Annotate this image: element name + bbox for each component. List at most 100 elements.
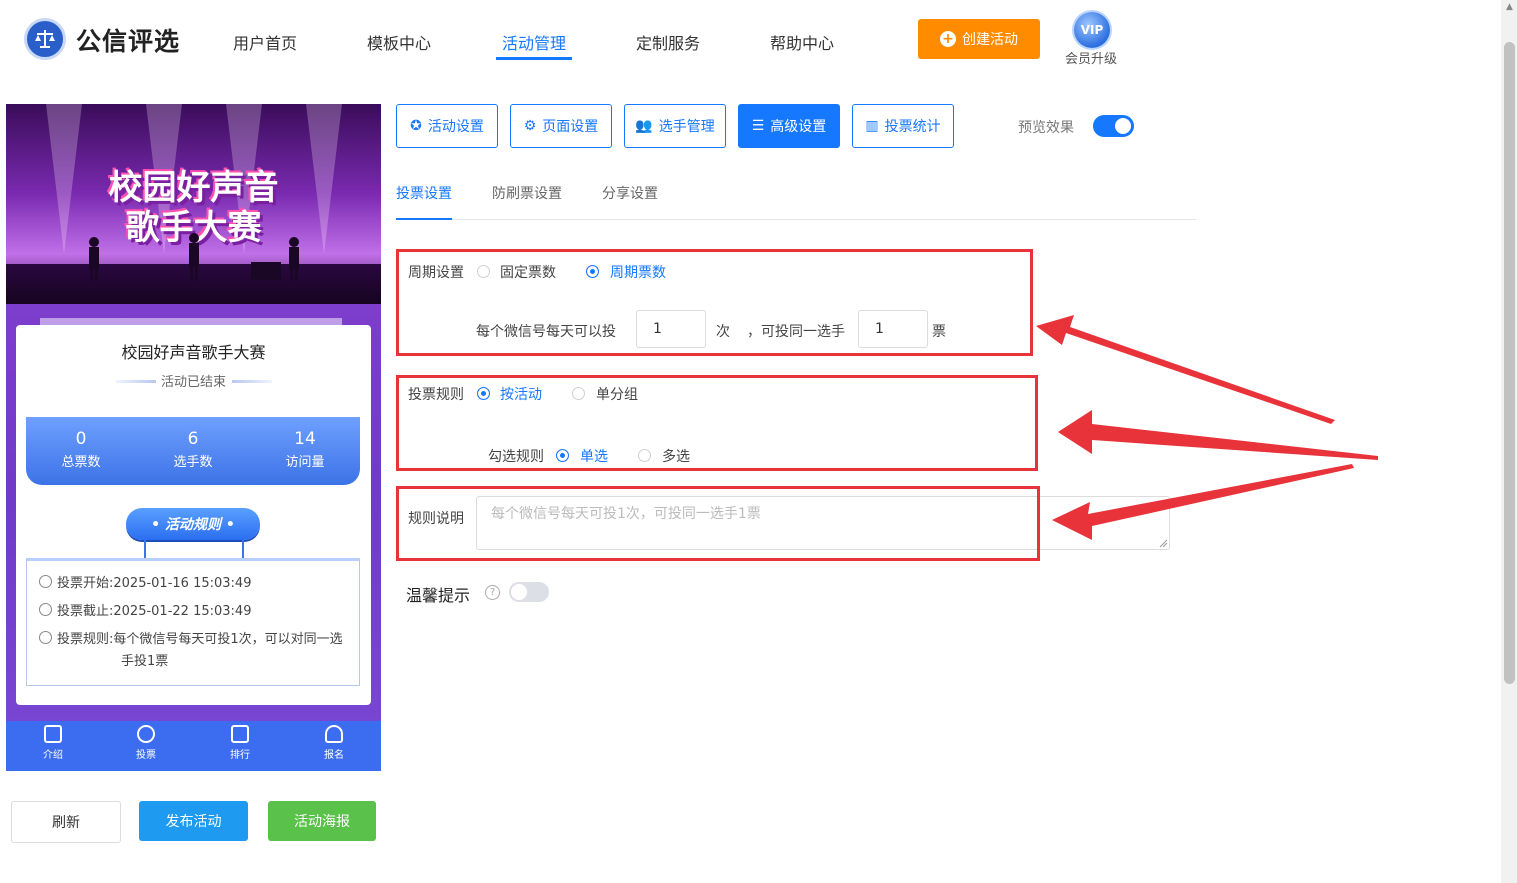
activity-card: 校园好声音歌手大赛 活动已结束 0 总票数 6 选手数 14 访问量 • 活动规… [16, 325, 371, 705]
brand-name[interactable]: 公信评选 [76, 22, 180, 58]
nav-item-activity-management[interactable]: 活动管理 [502, 30, 566, 54]
times-unit: 次 [716, 324, 730, 340]
votes-per-contestant-input[interactable]: 1 [858, 310, 928, 348]
times-per-day-input[interactable]: 1 [636, 310, 706, 348]
bar-chart-icon: ▥ [865, 118, 879, 134]
check-rule-label: 勾选规则 [488, 449, 544, 465]
document-icon [44, 725, 62, 743]
radio-single-select[interactable] [556, 449, 569, 462]
scrollbar-thumb[interactable] [1504, 42, 1515, 684]
help-icon[interactable]: ? [485, 585, 500, 600]
divider [232, 380, 272, 383]
activity-title: 校园好声音歌手大赛 [121, 343, 266, 362]
rule-description-label: 规则说明 [408, 511, 464, 527]
radio-multi-select[interactable] [638, 449, 651, 462]
create-activity-label: 创建活动 [962, 32, 1018, 48]
radio-fixed-votes[interactable] [477, 265, 490, 278]
tab-vote-settings[interactable]: 投票设置 [396, 183, 452, 203]
stat-visits: 14 访问量 [250, 429, 360, 470]
logo-icon[interactable] [24, 18, 66, 60]
nav-active-indicator [496, 57, 572, 60]
plus-icon: + [940, 31, 956, 47]
radio-single-group[interactable] [572, 387, 585, 400]
tab-label: 报名 [324, 750, 344, 761]
performers-silhouette [89, 233, 299, 281]
single-select-label[interactable]: 单选 [580, 446, 608, 466]
rules-panel: 投票开始:2025-01-16 15:03:49 投票截止:2025-01-22… [26, 558, 360, 686]
user-icon [325, 725, 343, 743]
tab-label: 介绍 [43, 750, 63, 761]
tool-label: 页面设置 [542, 119, 599, 135]
tabs-divider [396, 219, 1196, 220]
radio-by-activity[interactable] [477, 387, 490, 400]
preview-toggle[interactable] [1093, 115, 1134, 137]
tab-vote[interactable]: 投票 [116, 725, 176, 761]
arrow-to-rule [1058, 410, 1378, 460]
nav-item-custom-service[interactable]: 定制服务 [636, 30, 700, 54]
activity-poster-button[interactable]: 活动海报 [268, 801, 376, 841]
single-group-label[interactable]: 单分组 [596, 384, 638, 404]
same-contestant-text: ，可投同一选手 [747, 324, 845, 340]
info-icon [39, 631, 52, 644]
warm-tip-label: 温馨提示 [406, 586, 471, 605]
rule-label: 投票截止: [57, 604, 114, 619]
vote-rule-row: 投票规则:每个微信号每天可投1次，可以对同一选 手投1票 [39, 629, 359, 673]
warm-tip-toggle[interactable] [509, 582, 549, 602]
highlight-box-description [396, 486, 1040, 561]
stat-label: 总票数 [61, 455, 101, 470]
vip-icon[interactable]: VIP [1074, 12, 1110, 48]
rule-value: 2025-01-22 15:03:49 [113, 604, 252, 619]
publish-activity-button[interactable]: 发布活动 [139, 801, 248, 841]
tool-label: 高级设置 [770, 119, 827, 135]
tab-share-settings[interactable]: 分享设置 [602, 183, 658, 203]
tab-intro[interactable]: 介绍 [23, 725, 83, 761]
active-tab-indicator [396, 218, 452, 220]
activity-rules-button[interactable]: • 活动规则 • [126, 508, 260, 540]
stat-value: 6 [187, 429, 199, 449]
stat-total-votes: 0 总票数 [26, 429, 136, 470]
tool-label: 投票统计 [884, 119, 941, 135]
vote-statistics-button[interactable]: ▥ 投票统计 [852, 104, 954, 148]
advanced-settings-button[interactable]: ☰ 高级设置 [738, 104, 840, 148]
vote-icon [137, 725, 155, 743]
arrow-to-description [1052, 464, 1354, 540]
page-settings-button[interactable]: ⚙ 页面设置 [510, 104, 612, 148]
stats-panel: 0 总票数 6 选手数 14 访问量 [26, 417, 360, 485]
nav-item-templates[interactable]: 模板中心 [367, 30, 431, 54]
rule-label: 投票规则: [57, 632, 114, 647]
fixed-votes-label[interactable]: 固定票数 [500, 262, 556, 282]
votes-unit: 票 [932, 324, 946, 340]
banner-image: 校园好声音 歌手大赛 [6, 104, 381, 304]
contestant-management-button[interactable]: 👥 选手管理 [624, 104, 726, 148]
vip-upgrade-link[interactable]: 会员升级 [1065, 48, 1117, 67]
stat-value: 14 [294, 429, 316, 449]
refresh-button[interactable]: 刷新 [11, 801, 121, 843]
nav-item-home[interactable]: 用户首页 [233, 30, 297, 54]
activity-settings-button[interactable]: ✪ 活动设置 [396, 104, 498, 148]
create-activity-button[interactable]: + 创建活动 [918, 19, 1040, 59]
users-icon: 👥 [635, 118, 653, 134]
tool-label: 活动设置 [427, 119, 484, 135]
stat-value: 0 [75, 429, 87, 449]
tab-signup[interactable]: 报名 [304, 725, 364, 761]
tool-label: 选手管理 [658, 119, 715, 135]
stat-label: 访问量 [285, 455, 325, 470]
stat-contestants: 6 选手数 [138, 429, 248, 470]
periodic-votes-label[interactable]: 周期票数 [610, 262, 666, 282]
scroll-up-icon[interactable]: ▲ [1504, 2, 1515, 14]
radio-periodic-votes[interactable] [586, 265, 599, 278]
connector [144, 540, 146, 558]
rule-value-continued: 手投1票 [121, 654, 169, 669]
annotation-arrows [1036, 315, 1378, 540]
nav-item-help[interactable]: 帮助中心 [770, 30, 834, 54]
activity-status: 活动已结束 [160, 375, 226, 390]
mobile-preview: 校园好声音 歌手大赛 校园好声音歌手大赛 活动已结束 0 总票数 6 选手数 1… [6, 104, 381, 771]
by-activity-label[interactable]: 按活动 [500, 384, 542, 404]
tab-ranking[interactable]: 排行 [210, 725, 270, 761]
mobile-tabbar: 介绍 投票 排行 报名 [6, 721, 381, 771]
period-settings-label: 周期设置 [408, 265, 464, 281]
tab-label: 投票 [136, 750, 156, 761]
tab-anti-fraud-settings[interactable]: 防刷票设置 [492, 183, 562, 203]
multi-select-label[interactable]: 多选 [662, 446, 690, 466]
rule-value: 每个微信号每天可投1次，可以对同一选 [113, 632, 343, 647]
